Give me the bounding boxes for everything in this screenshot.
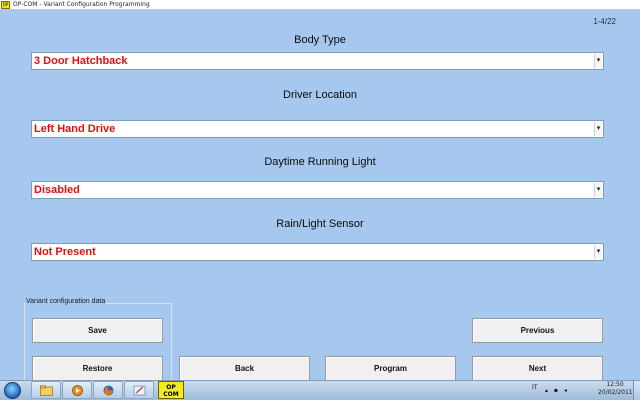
windows-start-icon[interactable] [4,382,21,399]
taskbar-media-player[interactable] [62,381,92,399]
language-indicator[interactable]: IT [532,384,537,391]
chevron-down-icon[interactable]: ▾ [594,183,602,197]
clock-date: 20/02/2011 [598,389,633,396]
daytime-running-light-value: Disabled [34,184,80,196]
taskbar-clock[interactable]: 12:50 20/02/2011 [598,381,633,397]
chevron-down-icon[interactable]: ▾ [594,54,602,68]
chevron-down-icon[interactable]: ▾ [594,245,602,259]
chevron-down-icon[interactable]: ▾ [594,122,602,136]
tray-icons[interactable]: ▴ ▪ ◂ [545,387,569,394]
rain-light-sensor-value: Not Present [34,246,96,258]
opcom-label-op: OP [166,384,176,391]
daytime-running-light-select[interactable]: Disabled ▾ [31,181,604,199]
taskbar-opcom[interactable]: OP COM [158,381,184,399]
driver-location-select[interactable]: Left Hand Drive ▾ [31,120,604,138]
title-bar: OP OP-COM - Variant Configuration Progra… [0,0,640,10]
daytime-running-light-label: Daytime Running Light [264,156,376,168]
body-type-label: Body Type [294,34,346,46]
tool-icon [133,385,146,396]
rain-light-sensor-label: Rain/Light Sensor [276,218,364,230]
body-type-value: 3 Door Hatchback [34,55,128,67]
rain-light-sensor-select[interactable]: Not Present ▾ [31,243,604,261]
taskbar-explorer[interactable] [31,381,61,399]
opcom-label-com: COM [163,391,179,398]
taskbar-firefox[interactable] [93,381,123,399]
opcom-app-icon: OP [1,1,10,9]
groupbox-legend: Variant configuration data [25,298,107,305]
driver-location-label: Driver Location [283,89,357,101]
back-button[interactable]: Back [179,356,310,381]
next-button[interactable]: Next [472,356,603,381]
driver-location-value: Left Hand Drive [34,123,116,135]
folder-icon [40,385,53,396]
show-desktop-button[interactable] [633,381,640,400]
program-button[interactable]: Program [325,356,456,381]
previous-button[interactable]: Previous [472,318,603,343]
body-type-select[interactable]: 3 Door Hatchback ▾ [31,52,604,70]
restore-button[interactable]: Restore [32,356,163,381]
taskbar-tool[interactable] [124,381,154,399]
firefox-icon [103,385,114,396]
media-player-icon [72,385,83,396]
page-counter: 1-4/22 [593,17,616,26]
save-button[interactable]: Save [32,318,163,343]
clock-time: 12:50 [606,381,624,388]
window-title: OP-COM - Variant Configuration Programmi… [13,1,150,8]
